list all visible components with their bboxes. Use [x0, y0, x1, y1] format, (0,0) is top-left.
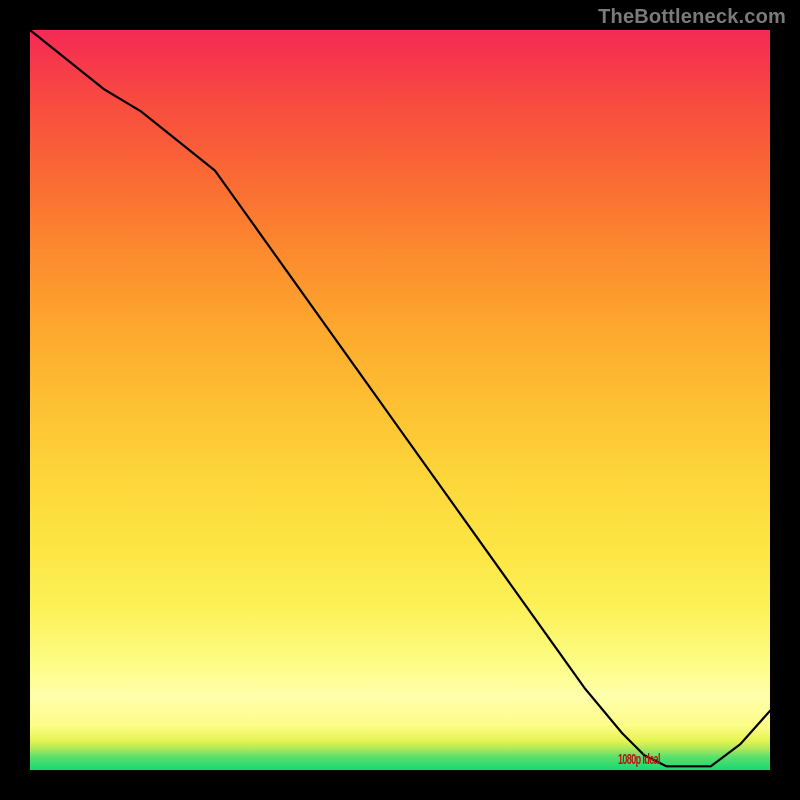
- bottleneck-curve: [30, 30, 770, 766]
- plot-svg: [30, 30, 770, 770]
- chart-frame: TheBottleneck.com 1080p ideal: [0, 0, 800, 800]
- plot-area: 1080p ideal: [30, 30, 770, 770]
- watermark-text: TheBottleneck.com: [598, 6, 786, 29]
- ideal-band-label: 1080p ideal: [618, 751, 660, 768]
